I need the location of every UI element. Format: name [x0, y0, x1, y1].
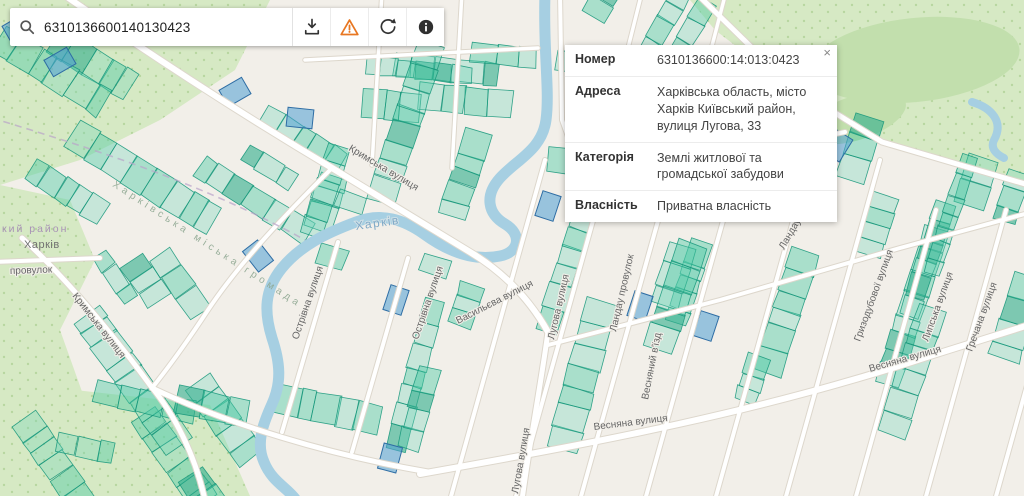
- warning-icon: [339, 17, 360, 38]
- field-label: Адреса: [575, 84, 653, 135]
- cadastral-parcel[interactable]: [379, 57, 398, 75]
- download-icon: [302, 17, 322, 37]
- download-button[interactable]: [292, 8, 330, 46]
- field-label: Власність: [575, 198, 653, 215]
- refresh-icon: [378, 17, 398, 37]
- street-label: провулок: [10, 265, 53, 277]
- field-label: Категорія: [575, 150, 653, 184]
- field-value: 6310136600:14:013:0423: [657, 52, 827, 69]
- popup-row-ownership: Власність Приватна власність: [565, 191, 837, 222]
- cadastral-parcel-blue[interactable]: [286, 107, 314, 129]
- cadastral-parcel[interactable]: [487, 89, 514, 118]
- search-bar: [10, 8, 444, 46]
- map-svg[interactable]: Кримська вулицяКримська вулицяпровулокОс…: [0, 0, 1024, 496]
- map-canvas[interactable]: Кримська вулицяКримська вулицяпровулокОс…: [0, 0, 1024, 496]
- field-value: Приватна власність: [657, 198, 827, 215]
- info-icon: [416, 17, 436, 37]
- field-value: Землі житлової та громадської забудови: [657, 150, 827, 184]
- popup-row-category: Категорія Землі житлової та громадської …: [565, 143, 837, 192]
- popup-row-number: Номер 6310136600:14:013:0423: [565, 45, 837, 77]
- cadastral-parcel[interactable]: [55, 432, 78, 455]
- parcel-info-popup: × Номер 6310136600:14:013:0423 Адреса Ха…: [565, 45, 837, 222]
- search-icon[interactable]: [10, 8, 44, 46]
- city-label: Харків: [24, 239, 60, 251]
- refresh-button[interactable]: [368, 8, 406, 46]
- field-value: Харківська область, місто Харків Київськ…: [657, 84, 827, 135]
- popup-row-address: Адреса Харківська область, місто Харків …: [565, 77, 837, 143]
- magnifier-glyph: [17, 17, 37, 37]
- warning-button[interactable]: [330, 8, 368, 46]
- district-label: кий район: [2, 223, 68, 235]
- cadastral-parcel[interactable]: [450, 64, 472, 83]
- cadastral-parcel[interactable]: [483, 61, 499, 86]
- close-icon[interactable]: ×: [823, 45, 831, 60]
- info-button[interactable]: [406, 8, 444, 46]
- search-input[interactable]: [44, 8, 292, 46]
- cadastral-parcel[interactable]: [464, 87, 488, 117]
- field-label: Номер: [575, 52, 653, 69]
